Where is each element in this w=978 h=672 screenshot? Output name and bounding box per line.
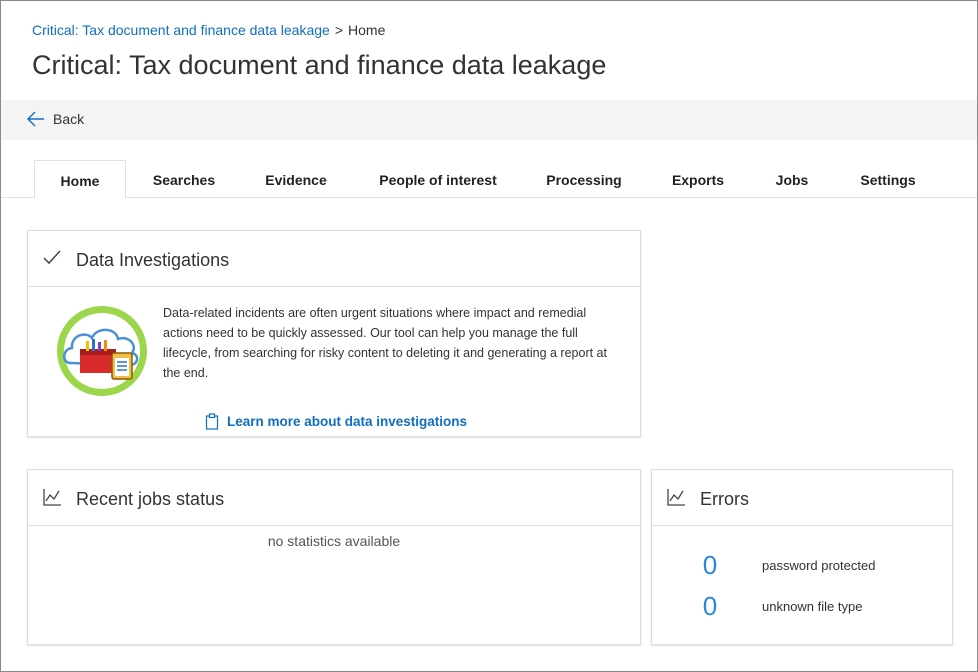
back-label: Back [53, 111, 85, 127]
command-bar: Back [1, 100, 977, 140]
error-count[interactable]: 0 [692, 550, 728, 581]
learn-more-link[interactable]: Learn more about data investigations [205, 413, 467, 430]
tab-processing[interactable]: Processing [537, 160, 631, 198]
line-chart-icon [43, 489, 61, 506]
arrow-left-icon [27, 111, 44, 127]
page-title: Critical: Tax document and finance data … [32, 50, 607, 80]
clipboard-icon [205, 413, 219, 430]
recent-jobs-card: Recent jobs status no statistics availab… [27, 469, 641, 645]
error-label: password protected [762, 558, 876, 573]
card-title: Errors [700, 489, 749, 509]
card-title: Recent jobs status [76, 489, 225, 509]
breadcrumb-case-link[interactable]: Critical: Tax document and finance data … [32, 22, 330, 38]
breadcrumb: Critical: Tax document and finance data … [32, 22, 385, 38]
card-header: Data Investigations [28, 231, 640, 287]
tab-bar: Home Searches Evidence People of interes… [1, 160, 977, 199]
tab-home[interactable]: Home [34, 160, 126, 199]
checkmark-icon [43, 250, 61, 265]
error-row-password-protected[interactable]: 0 password protected [652, 550, 952, 580]
empty-state-text: no statistics available [267, 533, 401, 549]
line-chart-icon [667, 489, 685, 506]
errors-card: Errors 0 password protected 0 unknown fi… [651, 469, 953, 645]
tab-evidence[interactable]: Evidence [253, 160, 339, 198]
card-description: Data-related incidents are often urgent … [163, 306, 607, 380]
tab-jobs[interactable]: Jobs [763, 160, 821, 198]
tab-people-of-interest[interactable]: People of interest [367, 160, 509, 198]
card-header: Errors [652, 470, 952, 526]
card-title: Data Investigations [76, 250, 230, 270]
error-row-unknown-file-type[interactable]: 0 unknown file type [652, 591, 952, 621]
card-header: Recent jobs status [28, 470, 640, 526]
breadcrumb-separator: > [334, 22, 344, 38]
breadcrumb-current: Home [348, 22, 386, 38]
error-label: unknown file type [762, 599, 863, 614]
back-button[interactable]: Back [27, 111, 84, 127]
tab-searches[interactable]: Searches [141, 160, 227, 198]
investigation-toolbox-illustration [57, 306, 147, 396]
tab-settings[interactable]: Settings [849, 160, 927, 198]
data-investigations-card: Data Investigations Data-related inciden… [27, 230, 641, 437]
learn-more-label: Learn more about data investigations [227, 414, 468, 429]
error-count[interactable]: 0 [692, 591, 728, 622]
tab-exports[interactable]: Exports [661, 160, 735, 198]
